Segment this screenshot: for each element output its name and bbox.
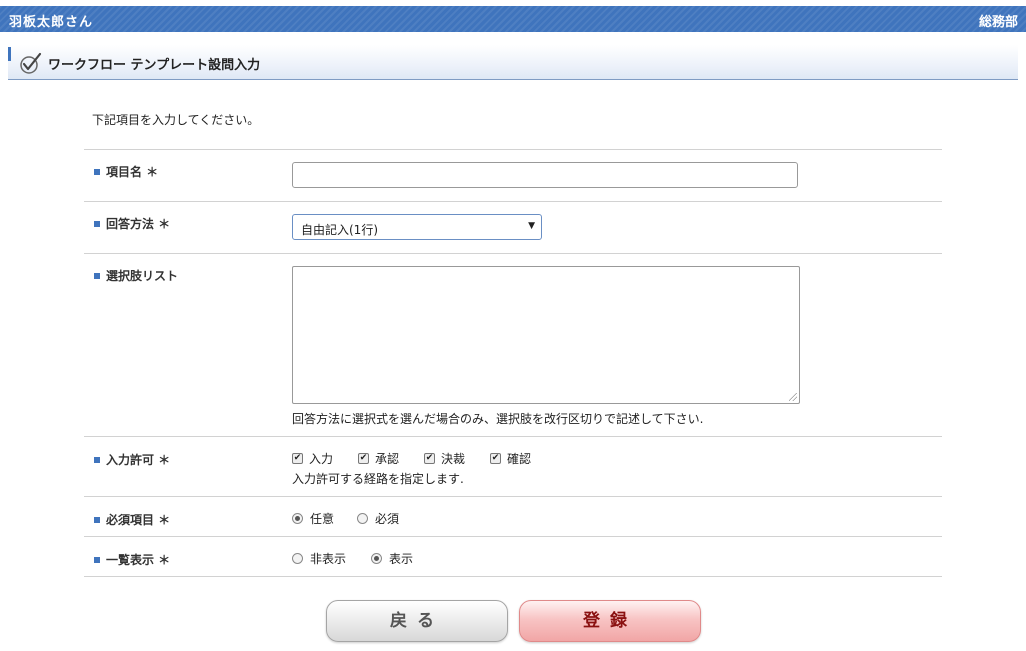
choices-textarea[interactable] xyxy=(292,266,800,404)
permission-checkbox-confirm[interactable]: ✔ 確認 xyxy=(490,450,531,467)
save-button[interactable]: 登録 xyxy=(519,600,701,642)
square-bullet-icon xyxy=(94,556,100,563)
radio-unselected-icon[interactable] xyxy=(357,513,368,524)
list-display-radio-shown[interactable]: 表示 xyxy=(371,550,413,567)
item-name-label: 項目名 ＊ xyxy=(94,163,158,180)
radio-selected-icon[interactable] xyxy=(371,553,382,564)
checkbox-checked-icon[interactable]: ✔ xyxy=(424,453,435,464)
department-name: 総務部 xyxy=(978,15,1018,30)
permission-option-label: 確認 xyxy=(507,452,532,466)
row-required: 必須項目 ＊ xyxy=(84,496,942,527)
choices-hint: 回答方法に選択式を選んだ場合のみ、選択肢を改行区切りで記述して下さい. xyxy=(292,412,704,426)
required-label-text: 必須項目 ＊ xyxy=(106,513,171,527)
checkbox-checked-icon[interactable]: ✔ xyxy=(292,453,303,464)
answer-method-value: 自由記入(1行) xyxy=(301,223,378,237)
back-button[interactable]: 戻る xyxy=(326,600,508,642)
list-display-label: 一覧表示 ＊ xyxy=(94,551,170,568)
square-bullet-icon xyxy=(94,516,100,523)
list-display-radio-hidden[interactable]: 非表示 xyxy=(292,550,346,567)
checkbox-checked-icon[interactable]: ✔ xyxy=(490,453,501,464)
page-title-bar: ワークフロー テンプレート設問入力 xyxy=(8,45,1018,80)
item-name-label-text: 項目名 ＊ xyxy=(106,165,159,179)
required-radio-optional[interactable]: 任意 xyxy=(292,510,334,527)
input-permission-label: 入力許可 ＊ xyxy=(94,451,170,468)
permission-option-label: 承認 xyxy=(375,452,400,466)
choices-label-text: 選択肢リスト xyxy=(106,269,179,283)
input-permission-label-text: 入力許可 ＊ xyxy=(106,453,171,467)
answer-method-label: 回答方法 ＊ xyxy=(94,215,170,232)
required-label: 必須項目 ＊ xyxy=(94,511,170,528)
required-radio-required[interactable]: 必須 xyxy=(357,510,399,527)
required-option-label: 必須 xyxy=(375,512,400,526)
resize-grip-icon[interactable] xyxy=(789,393,797,401)
list-display-option-label: 非表示 xyxy=(310,552,347,566)
row-choices: 選択肢リスト xyxy=(84,253,942,283)
permission-option-label: 決裁 xyxy=(441,452,466,466)
check-icon xyxy=(20,52,42,74)
square-bullet-icon xyxy=(94,168,100,175)
required-option-label: 任意 xyxy=(310,512,335,526)
page-title: ワークフロー テンプレート設問入力 xyxy=(48,58,261,73)
item-name-input[interactable] xyxy=(292,162,798,188)
input-permission-hint: 入力許可する経路を指定します. xyxy=(292,472,464,486)
choices-label: 選択肢リスト xyxy=(94,267,178,284)
square-bullet-icon xyxy=(94,220,100,227)
permission-checkbox-decide[interactable]: ✔ 決裁 xyxy=(424,450,465,467)
row-input-permission: 入力許可 ＊ xyxy=(84,436,942,467)
permission-checkbox-approve[interactable]: ✔ 承認 xyxy=(358,450,399,467)
permission-checkbox-input[interactable]: ✔ 入力 xyxy=(292,450,333,467)
answer-method-label-text: 回答方法 ＊ xyxy=(106,217,171,231)
permission-option-label: 入力 xyxy=(309,452,334,466)
radio-unselected-icon[interactable] xyxy=(292,553,303,564)
list-display-option-label: 表示 xyxy=(389,552,414,566)
dropdown-arrow-icon: ▼ xyxy=(528,221,535,231)
checkbox-checked-icon[interactable]: ✔ xyxy=(358,453,369,464)
row-answer-method: 回答方法 ＊ xyxy=(84,201,942,231)
row-list-display: 一覧表示 ＊ xyxy=(84,536,942,567)
square-bullet-icon xyxy=(94,272,100,279)
radio-selected-icon[interactable] xyxy=(292,513,303,524)
form-bottom-divider xyxy=(84,576,942,577)
title-accent xyxy=(8,47,11,61)
user-name: 羽板太郎さん xyxy=(9,15,94,30)
intro-text: 下記項目を入力してください。 xyxy=(92,113,260,127)
row-item-name: 項目名 ＊ xyxy=(84,149,942,179)
list-display-label-text: 一覧表示 ＊ xyxy=(106,553,171,567)
answer-method-select[interactable]: 自由記入(1行) ▼ xyxy=(292,214,542,240)
square-bullet-icon xyxy=(94,456,100,463)
header-bar: 羽板太郎さん 総務部 xyxy=(0,6,1026,32)
